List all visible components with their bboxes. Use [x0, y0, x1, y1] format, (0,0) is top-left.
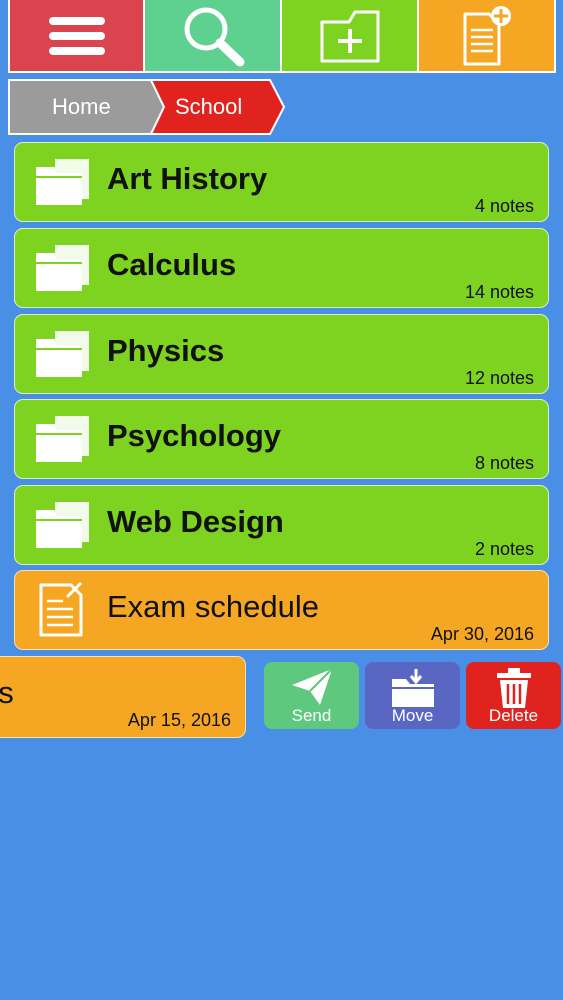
- move-button[interactable]: Move: [365, 662, 460, 729]
- folder-note-count: 14 notes: [464, 282, 534, 302]
- folder-row-calculus[interactable]: Calculus 14 notes: [14, 228, 549, 308]
- move-label: Move: [391, 706, 434, 725]
- note-row-swiped[interactable]: as Apr 15, 2016: [0, 656, 246, 738]
- folder-name: Art History: [107, 161, 268, 196]
- search-icon: [184, 7, 244, 66]
- folder-icon: [36, 502, 89, 548]
- new-folder-button[interactable]: [282, 0, 419, 73]
- toolbar: [0, 0, 563, 74]
- search-button[interactable]: [145, 0, 282, 73]
- folder-name: Physics: [107, 333, 225, 368]
- menu-button[interactable]: [8, 0, 145, 73]
- breadcrumb-home[interactable]: Home: [52, 79, 111, 135]
- folder-row-web-design[interactable]: Web Design 2 notes: [14, 485, 549, 565]
- move-folder-icon: [391, 669, 434, 707]
- trash-icon: [496, 668, 531, 708]
- folder-name: Calculus: [107, 247, 237, 282]
- new-note-button[interactable]: [419, 0, 556, 73]
- folder-note-count: 2 notes: [474, 539, 534, 559]
- note-date: Apr 30, 2016: [430, 624, 534, 644]
- folder-row-psychology[interactable]: Psychology 8 notes: [14, 399, 549, 479]
- note-name: as: [0, 657, 14, 729]
- send-label: Send: [291, 706, 332, 725]
- new-folder-icon: [320, 10, 379, 62]
- breadcrumb: Home School: [8, 79, 298, 135]
- send-button[interactable]: Send: [264, 662, 359, 729]
- delete-label: Delete: [488, 706, 539, 725]
- note-icon: [39, 581, 83, 637]
- folder-name: Web Design: [107, 504, 284, 539]
- folder-note-count: 12 notes: [464, 368, 534, 388]
- folder-note-count: 8 notes: [474, 453, 534, 473]
- folder-icon: [36, 416, 89, 462]
- note-name: Exam schedule: [107, 589, 319, 624]
- folder-icon: [36, 245, 89, 291]
- menu-icon: [48, 16, 105, 55]
- folder-row-physics[interactable]: Physics 12 notes: [14, 314, 549, 394]
- folder-note-count: 4 notes: [474, 196, 534, 216]
- note-date: Apr 15, 2016: [127, 710, 231, 730]
- paper-plane-icon: [291, 668, 333, 705]
- note-row-exam-schedule[interactable]: Exam schedule Apr 30, 2016: [14, 570, 549, 650]
- folder-icon: [36, 331, 89, 377]
- folder-icon: [36, 159, 89, 205]
- new-note-icon: [463, 5, 511, 65]
- breadcrumb-current[interactable]: School: [175, 79, 242, 135]
- delete-button[interactable]: Delete: [466, 662, 561, 729]
- folder-row-art-history[interactable]: Art History 4 notes: [14, 142, 549, 222]
- folder-name: Psychology: [107, 418, 281, 453]
